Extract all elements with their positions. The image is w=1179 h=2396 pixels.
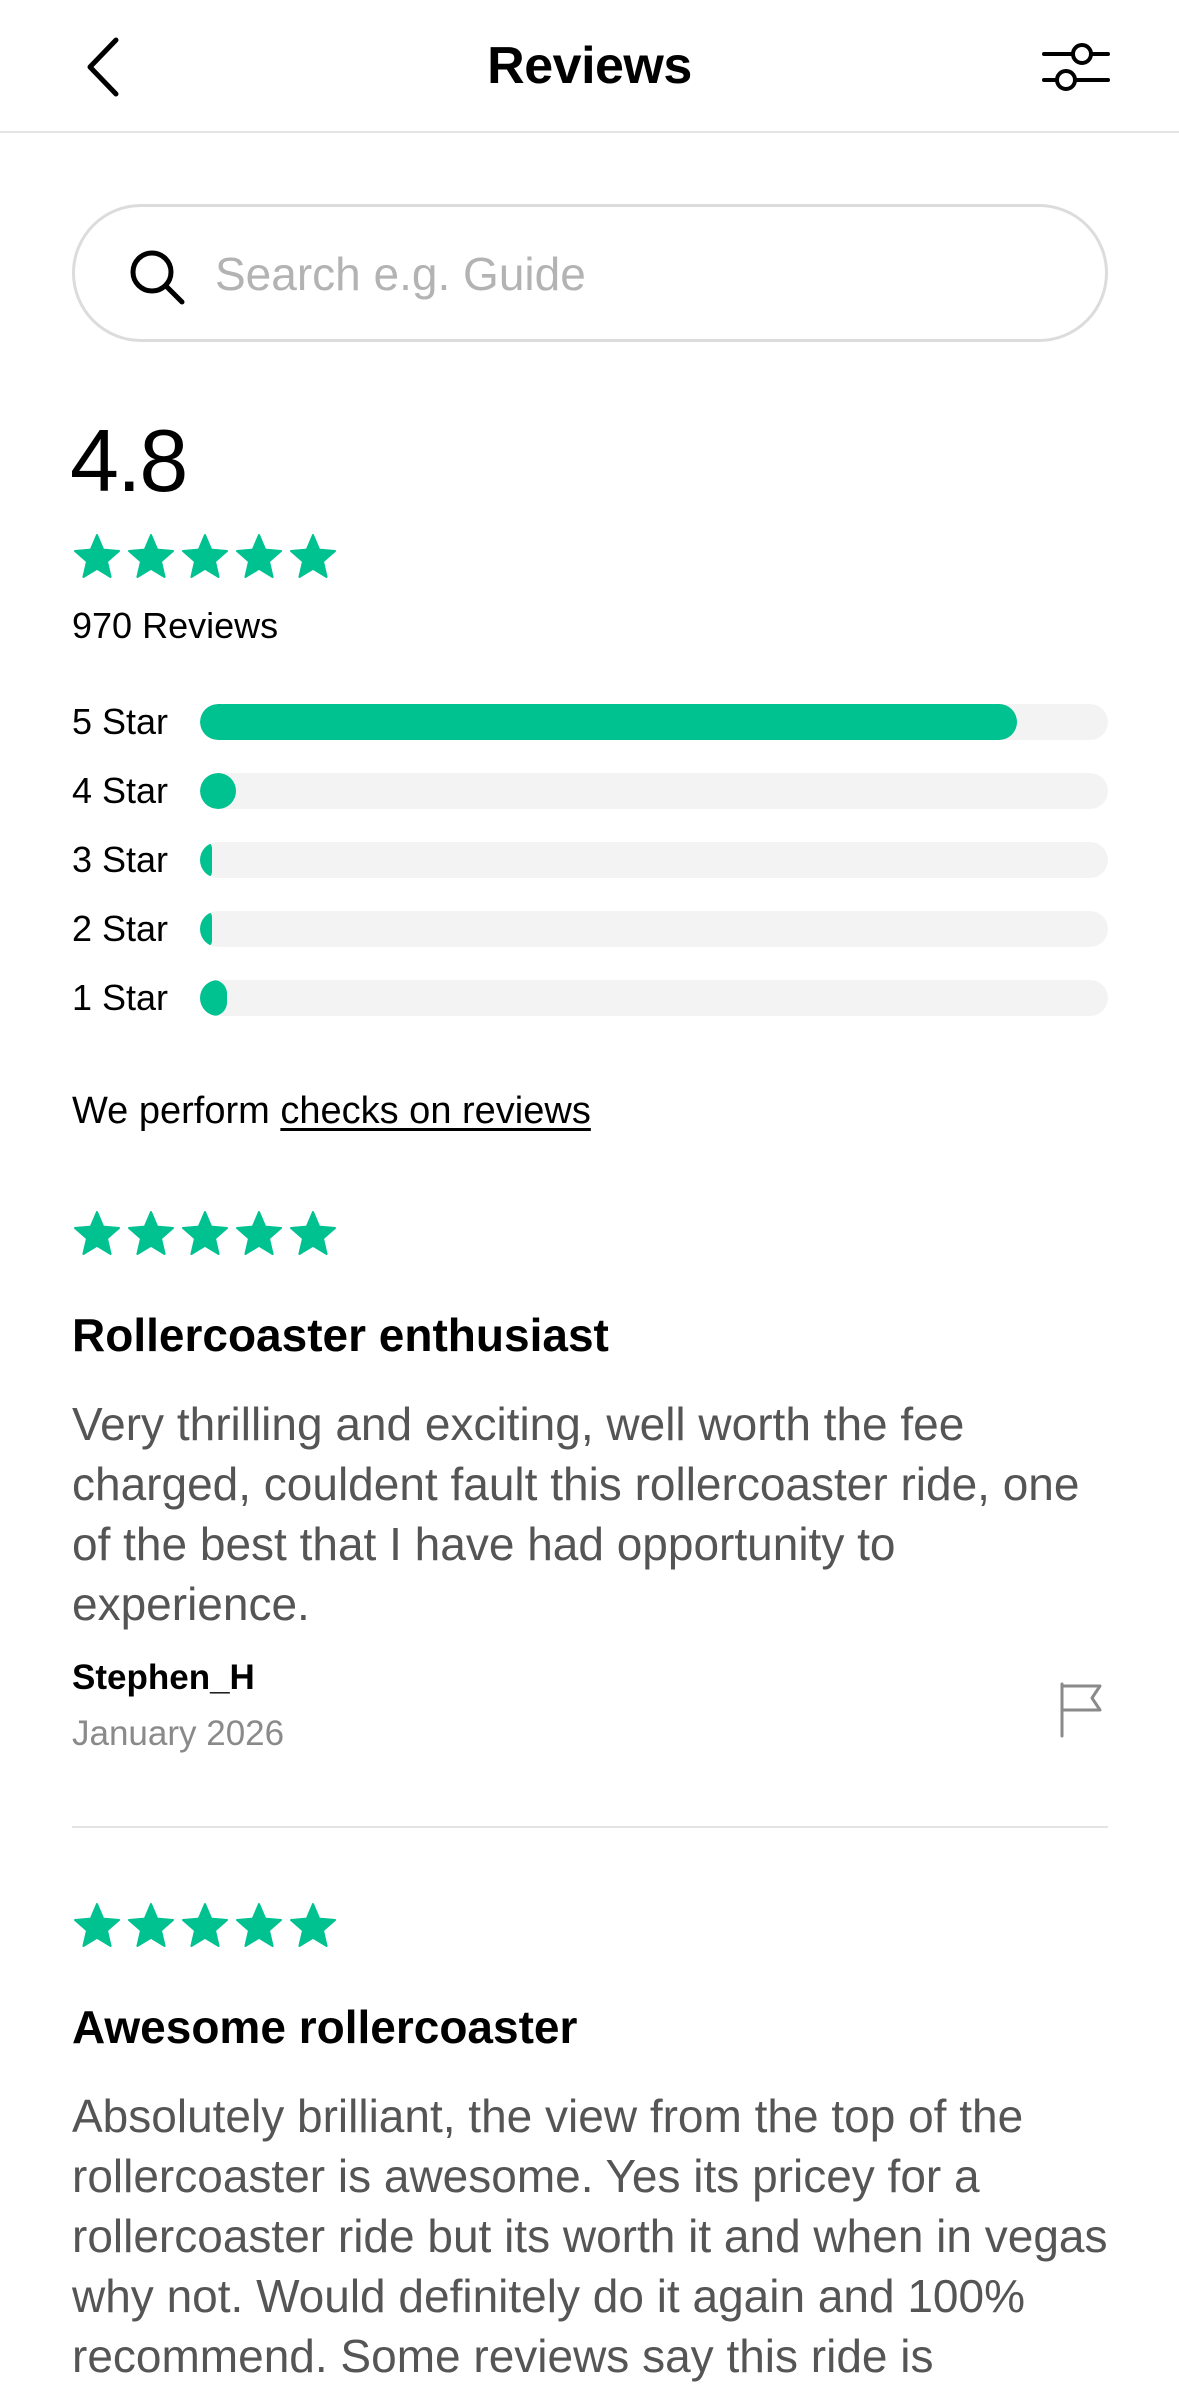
star-icon xyxy=(290,534,336,578)
average-stars xyxy=(72,532,338,582)
distribution-label: 5 Star xyxy=(72,701,169,742)
search-icon xyxy=(130,250,185,305)
checks-prefix: We perform xyxy=(72,1090,281,1132)
page-title: Reviews xyxy=(487,37,692,95)
flag-icon xyxy=(1060,1682,1102,1738)
distribution-bar xyxy=(200,842,212,878)
distribution-track xyxy=(200,773,1108,809)
review-author: Stephen_H xyxy=(72,1658,255,1697)
distribution-row-3[interactable]: 3 Star xyxy=(72,840,1108,880)
star-icon xyxy=(128,1903,174,1947)
star-icon xyxy=(236,534,282,578)
distribution-row-5[interactable]: 5 Star xyxy=(72,702,1108,742)
distribution-track xyxy=(200,980,1108,1016)
distribution-track xyxy=(200,911,1108,947)
review-stars xyxy=(72,1901,338,1951)
star-icon xyxy=(182,1211,228,1255)
filter-button[interactable] xyxy=(1040,34,1112,100)
distribution-row-1[interactable]: 1 Star xyxy=(72,978,1108,1018)
report-button[interactable] xyxy=(1056,1680,1106,1738)
star-icon xyxy=(182,534,228,578)
star-icon xyxy=(236,1211,282,1255)
top-bar: Reviews xyxy=(0,0,1179,133)
average-rating: 4.8 xyxy=(70,411,188,510)
distribution-bar xyxy=(200,773,237,809)
distribution-track xyxy=(200,842,1108,878)
distribution-row-4[interactable]: 4 Star xyxy=(72,771,1108,811)
distribution-label: 1 Star xyxy=(72,977,169,1018)
review-checks-note: We perform checks on reviews xyxy=(72,1090,591,1133)
distribution-label: 4 Star xyxy=(72,770,169,811)
review-title: Rollercoaster enthusiast xyxy=(72,1309,609,1361)
search-bar[interactable] xyxy=(72,204,1108,342)
distribution-track xyxy=(200,704,1108,740)
star-icon xyxy=(74,534,120,578)
review-date: January 2026 xyxy=(72,1714,285,1753)
distribution-bar xyxy=(200,704,1018,740)
review-body: Very thrilling and exciting, well worth … xyxy=(72,1398,1080,1630)
star-icon xyxy=(74,1211,120,1255)
star-icon xyxy=(290,1903,336,1947)
search-input[interactable] xyxy=(215,239,1075,309)
distribution-bar xyxy=(200,911,212,947)
review-stars xyxy=(72,1209,338,1259)
star-icon xyxy=(182,1903,228,1947)
distribution-label: 2 Star xyxy=(72,908,169,949)
star-icon xyxy=(74,1903,120,1947)
sliders-icon xyxy=(1042,43,1110,91)
review-count: 970 Reviews xyxy=(72,605,279,646)
distribution-label: 3 Star xyxy=(72,839,169,880)
divider xyxy=(72,1826,1108,1828)
review-body: Absolutely brilliant, the view from the … xyxy=(72,2090,1108,2382)
checks-link[interactable]: checks on reviews xyxy=(280,1090,590,1132)
star-icon xyxy=(128,534,174,578)
review-title: Awesome rollercoaster xyxy=(72,2001,578,2053)
star-icon xyxy=(236,1903,282,1947)
distribution-bar xyxy=(200,980,228,1016)
star-icon xyxy=(290,1211,336,1255)
star-icon xyxy=(128,1211,174,1255)
distribution-row-2[interactable]: 2 Star xyxy=(72,909,1108,949)
